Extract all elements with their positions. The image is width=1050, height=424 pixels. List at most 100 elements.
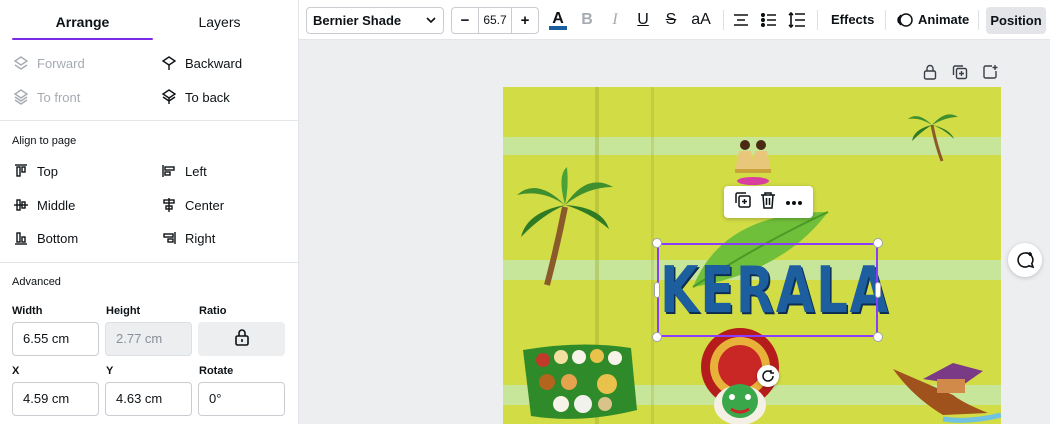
x-field[interactable]: 4.59 cm — [12, 382, 99, 416]
y-label: Y — [106, 365, 114, 377]
x-label: X — [12, 365, 20, 377]
animate-label: Animate — [918, 12, 970, 27]
bold-icon: B — [581, 11, 593, 28]
align-top-button[interactable]: Top — [12, 159, 58, 183]
active-tab-indicator — [12, 38, 153, 40]
tab-layers[interactable]: Layers — [153, 0, 286, 40]
spacing-button[interactable] — [785, 8, 809, 32]
duplicate-element-button[interactable] — [734, 191, 752, 214]
letter-case-label: aA — [691, 11, 711, 28]
to-back-button[interactable]: To back — [160, 85, 230, 109]
line-spacing-icon — [788, 12, 805, 28]
align-center-button[interactable]: Center — [160, 193, 224, 217]
position-button[interactable]: Position — [986, 7, 1046, 34]
duplicate-icon — [735, 191, 751, 208]
italic-icon: I — [612, 11, 618, 28]
palm-tree-illustration — [517, 167, 613, 286]
resize-handle-right[interactable] — [875, 282, 881, 298]
svg-text:A: A — [552, 10, 564, 27]
underline-button[interactable]: U — [631, 8, 655, 32]
height-field[interactable]: 2.77 cm — [105, 322, 192, 356]
to-front-button[interactable]: To front — [12, 85, 80, 109]
decrease-font-size-button[interactable]: − — [452, 8, 478, 33]
to-back-label: To back — [185, 89, 230, 105]
add-page-button[interactable] — [980, 62, 1000, 82]
align-top-label: Top — [37, 163, 58, 179]
text-toolbar: Bernier Shade − 65.7 + A B I U S aA Effe… — [299, 0, 1050, 40]
width-field[interactable]: 6.55 cm — [12, 322, 99, 356]
resize-handle-bottom-left[interactable] — [652, 332, 662, 342]
font-size-input[interactable]: 65.7 — [478, 8, 512, 33]
align-center-label: Center — [185, 197, 225, 213]
bold-button[interactable]: B — [575, 8, 599, 32]
align-right-icon — [160, 229, 178, 247]
height-label: Height — [106, 305, 141, 317]
rotate-label: Rotate — [199, 365, 234, 377]
toolbar-separator — [978, 10, 979, 30]
duplicate-icon — [952, 65, 968, 80]
italic-button[interactable]: I — [603, 8, 627, 32]
align-center-icon — [160, 196, 178, 214]
strikethrough-button[interactable]: S — [659, 8, 683, 32]
rotate-icon — [762, 370, 774, 382]
divider — [0, 120, 299, 121]
effects-button[interactable]: Effects — [831, 0, 874, 40]
palm-tree-illustration — [908, 114, 958, 162]
lock-page-button[interactable] — [920, 62, 940, 82]
animate-icon — [897, 13, 913, 27]
rotate-field[interactable]: 0° — [198, 382, 285, 416]
align-right-button[interactable]: Right — [160, 226, 215, 250]
align-section-title: Align to page — [12, 135, 77, 147]
duplicate-page-button[interactable] — [950, 62, 970, 82]
lock-icon — [234, 328, 250, 351]
align-bottom-icon — [12, 229, 30, 247]
letter-case-button[interactable]: aA — [687, 8, 715, 32]
ratio-label: Ratio — [199, 305, 227, 317]
position-panel: Arrange Layers Forward Backward To front… — [0, 0, 299, 424]
increase-font-size-button[interactable]: + — [512, 8, 538, 33]
resize-handle-top-left[interactable] — [652, 238, 662, 248]
list-button[interactable] — [757, 8, 781, 32]
to-front-label: To front — [37, 89, 81, 105]
resize-handle-left[interactable] — [654, 282, 660, 298]
dancers-illustration — [735, 140, 771, 185]
animate-button[interactable]: Animate — [896, 0, 969, 40]
more-options-button[interactable] — [785, 193, 803, 211]
text-color-button[interactable]: A — [546, 8, 570, 32]
toolbar-separator — [885, 10, 886, 30]
fold-shadow — [651, 87, 654, 424]
align-middle-icon — [12, 196, 30, 214]
toolbar-separator — [817, 10, 818, 30]
divider — [0, 262, 299, 263]
toolbar-separator — [723, 10, 724, 30]
align-left-button[interactable]: Left — [160, 159, 207, 183]
y-field[interactable]: 4.63 cm — [105, 382, 192, 416]
add-comment-button[interactable] — [1008, 243, 1042, 277]
resize-handle-top-right[interactable] — [873, 238, 883, 248]
delete-element-button[interactable] — [760, 191, 776, 214]
underline-icon: U — [637, 11, 649, 28]
font-family-value: Bernier Shade — [313, 13, 402, 28]
rotate-handle[interactable] — [757, 365, 779, 387]
align-bottom-button[interactable]: Bottom — [12, 226, 78, 250]
ratio-lock-button[interactable] — [198, 322, 285, 356]
advanced-section-title: Advanced — [12, 276, 61, 288]
forward-button[interactable]: Forward — [12, 51, 85, 75]
forward-label: Forward — [37, 55, 85, 71]
backward-button[interactable]: Backward — [160, 51, 242, 75]
tab-arrange[interactable]: Arrange — [12, 0, 153, 40]
font-family-dropdown[interactable]: Bernier Shade — [306, 7, 444, 34]
align-center-text-icon — [734, 14, 748, 26]
houseboat-illustration — [893, 363, 1001, 423]
align-bottom-label: Bottom — [37, 230, 79, 246]
align-middle-label: Middle — [37, 197, 76, 213]
resize-handle-bottom-right[interactable] — [873, 332, 883, 342]
align-middle-button[interactable]: Middle — [12, 193, 75, 217]
panel-tabs: Arrange Layers — [0, 0, 298, 40]
align-text-button[interactable] — [729, 8, 753, 32]
strikethrough-icon: S — [665, 11, 677, 28]
element-context-toolbar — [724, 186, 813, 218]
align-right-label: Right — [185, 230, 216, 246]
add-page-icon — [983, 65, 998, 79]
to-front-icon — [12, 88, 30, 106]
